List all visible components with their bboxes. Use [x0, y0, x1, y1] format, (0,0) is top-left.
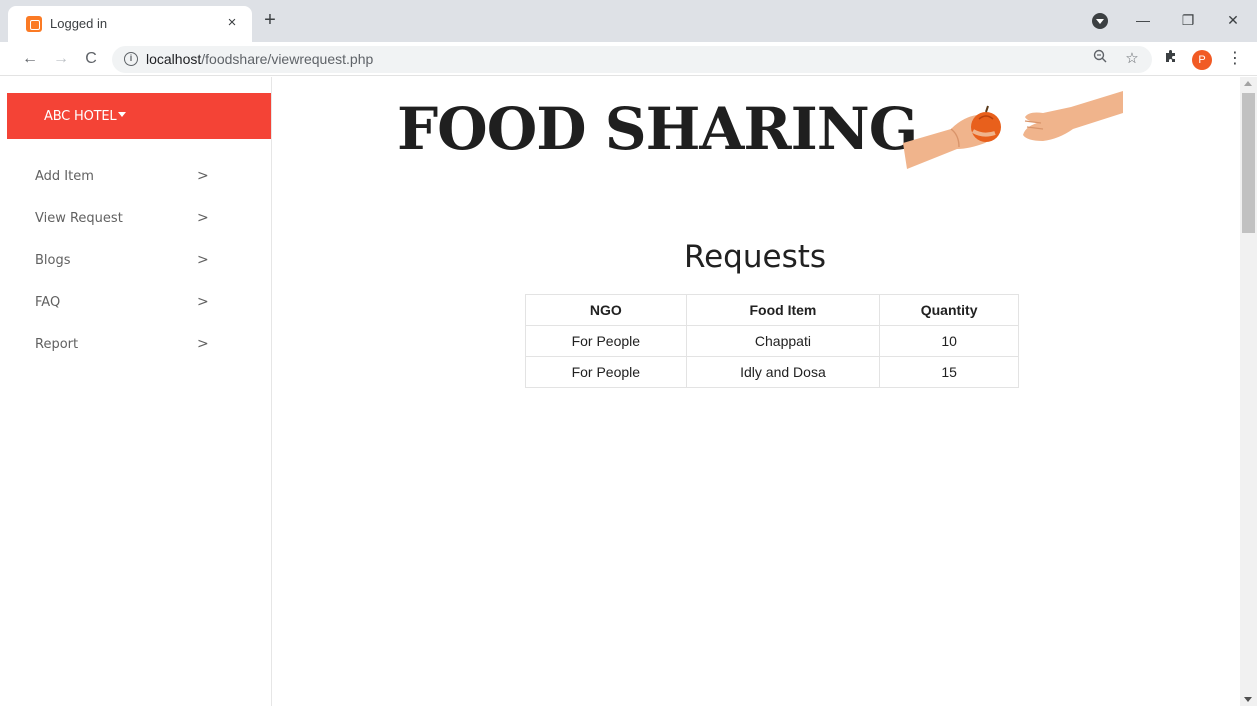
requests-table: NGO Food Item Quantity For People Chappa…	[525, 294, 1019, 388]
column-header-quantity: Quantity	[879, 294, 1019, 326]
sidebar-item-faq[interactable]: FAQ >	[0, 282, 271, 324]
scrollbar-thumb[interactable]	[1242, 93, 1255, 233]
hands-sharing-food-icon	[903, 91, 1123, 169]
chevron-right-icon: >	[197, 252, 209, 268]
page-title: Requests	[683, 239, 827, 275]
sidebar-item-add-item[interactable]: Add Item >	[0, 156, 271, 198]
chrome-menu-icon[interactable]: ⋮	[1224, 48, 1246, 70]
tab-title: Logged in	[50, 16, 108, 31]
browser-tab[interactable]: Logged in ×	[8, 6, 252, 42]
chevron-right-icon: >	[197, 294, 209, 310]
minimize-button[interactable]: —	[1131, 10, 1155, 30]
restore-button[interactable]: ❐	[1176, 10, 1200, 30]
vertical-scrollbar[interactable]	[1240, 77, 1257, 706]
sidebar-item-view-request[interactable]: View Request >	[0, 198, 271, 240]
sidebar-item-label: View Request	[35, 211, 123, 226]
xampp-favicon-icon	[26, 16, 42, 32]
url-text[interactable]: localhost/foodshare/viewrequest.php	[146, 51, 373, 67]
chevron-right-icon: >	[197, 168, 209, 184]
brand-label: ABC HOTEL	[44, 109, 117, 124]
url-host: localhost	[146, 51, 202, 67]
media-control-icon[interactable]	[1092, 13, 1108, 29]
sidebar-item-label: Add Item	[35, 169, 94, 184]
table-cell-food-item: Chappati	[685, 325, 881, 357]
extensions-puzzle-icon[interactable]	[1160, 48, 1182, 70]
sidebar-item-report[interactable]: Report >	[0, 324, 271, 366]
new-tab-button[interactable]: +	[260, 10, 280, 30]
sidebar-item-label: FAQ	[35, 295, 61, 310]
zoom-icon[interactable]	[1090, 49, 1110, 69]
profile-avatar[interactable]: P	[1192, 50, 1212, 70]
close-window-button[interactable]: ✕	[1221, 10, 1245, 30]
page-viewport: ABC HOTEL Add Item > View Request > Blog…	[0, 77, 1240, 706]
bookmark-star-icon[interactable]: ☆	[1122, 49, 1142, 69]
scroll-down-arrow-icon[interactable]	[1244, 697, 1252, 702]
site-logo-text: FOOD SHARING	[397, 95, 918, 163]
table-row: For People Chappati 10	[525, 325, 1019, 357]
scroll-up-arrow-icon[interactable]	[1244, 81, 1252, 86]
chevron-right-icon: >	[197, 336, 209, 352]
address-bar[interactable]: i localhost/foodshare/viewrequest.php ☆	[112, 46, 1152, 73]
table-header-row: NGO Food Item Quantity	[525, 294, 1019, 326]
chevron-right-icon: >	[197, 210, 209, 226]
sidebar-item-label: Blogs	[35, 253, 71, 268]
reload-button[interactable]: C	[80, 48, 102, 70]
forward-button[interactable]: →	[50, 48, 72, 70]
column-header-ngo: NGO	[525, 294, 687, 326]
caret-down-icon	[118, 112, 126, 117]
table-cell-quantity: 10	[879, 325, 1019, 357]
table-cell-ngo: For People	[525, 325, 687, 357]
browser-toolbar: ← → C i localhost/foodshare/viewrequest.…	[0, 42, 1257, 76]
table-cell-ngo: For People	[525, 356, 687, 388]
tab-close-button[interactable]: ×	[222, 13, 242, 33]
sidebar: ABC HOTEL Add Item > View Request > Blog…	[0, 77, 272, 706]
site-info-icon[interactable]: i	[124, 52, 138, 66]
back-button[interactable]: ←	[19, 48, 41, 70]
table-cell-quantity: 15	[879, 356, 1019, 388]
table-cell-food-item: Idly and Dosa	[685, 356, 881, 388]
sidebar-item-label: Report	[35, 337, 79, 352]
column-header-food-item: Food Item	[685, 294, 881, 326]
table-row: For People Idly and Dosa 15	[525, 356, 1019, 388]
url-path: /foodshare/viewrequest.php	[201, 51, 374, 67]
brand-dropdown[interactable]: ABC HOTEL	[7, 93, 271, 139]
sidebar-item-blogs[interactable]: Blogs >	[0, 240, 271, 282]
tab-strip: Logged in × + — ❐ ✕	[0, 0, 1257, 42]
